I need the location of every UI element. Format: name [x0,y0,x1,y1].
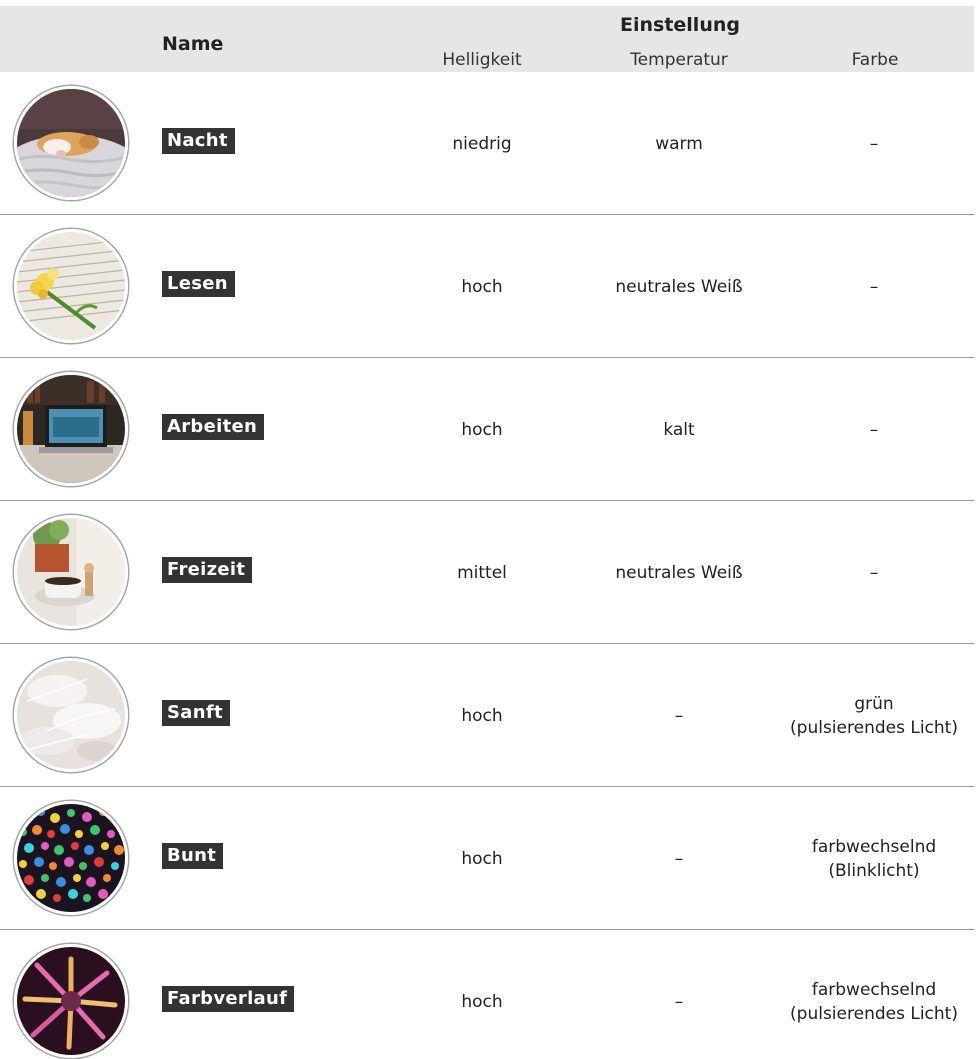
temperatur-value: – [674,706,684,726]
helligkeit-value: hoch [461,420,503,440]
fireworks-photo [14,944,128,1058]
flower-on-book-photo [14,229,128,343]
header-temperatur: Temperatur [630,50,728,70]
mode-name-badge: Arbeiten [162,414,265,440]
helligkeit-value: mittel [457,563,507,583]
farbe-value: farbwechselnd (Blinklicht) [770,835,978,883]
farbe-line1: farbwechselnd [811,980,937,1000]
farbe-line1: – [869,563,879,583]
farbe-value: – [770,561,978,585]
temperatur-value: – [674,849,684,869]
header-einstellung: Einstellung [620,14,740,36]
farbe-line1: farbwechselnd [811,837,937,857]
colorful-bokeh-photo [14,801,128,915]
sleeping-cat-photo [14,86,128,200]
helligkeit-value: niedrig [452,134,512,154]
table-header: Name Einstellung Helligkeit Temperatur F… [0,6,974,72]
farbe-line2: (Blinklicht) [828,861,920,881]
helligkeit-value: hoch [461,992,503,1012]
table-row-farbverlauf: Farbverlauf hoch – farbwechselnd (pulsie… [0,930,974,1059]
mode-name-badge: Sanft [162,700,230,726]
table-row-bunt: Bunt hoch – farbwechselnd (Blinklicht) [0,787,974,930]
farbe-value: – [770,275,978,299]
farbe-value: – [770,418,978,442]
temperatur-value: neutrales Weiß [615,563,743,583]
farbe-line1: – [869,134,879,154]
header-helligkeit: Helligkeit [442,50,522,70]
farbe-line2: (pulsierendes Licht) [790,718,958,738]
helligkeit-value: hoch [461,706,503,726]
temperatur-value: neutrales Weiß [615,277,743,297]
laptop-desk-photo [14,372,128,486]
table-row-arbeiten: Arbeiten hoch kalt – [0,358,974,501]
white-feathers-photo [14,658,128,772]
header-farbe: Farbe [851,50,899,70]
table-row-sanft: Sanft hoch – grün (pulsierendes Licht) [0,644,974,787]
header-name: Name [162,33,224,55]
temperatur-value: kalt [663,420,695,440]
temperatur-value: – [674,992,684,1012]
farbe-line2: (pulsierendes Licht) [790,1004,958,1024]
helligkeit-value: hoch [461,849,503,869]
farbe-value: farbwechselnd (pulsierendes Licht) [770,978,978,1026]
table-row-lesen: Lesen hoch neutrales Weiß – [0,215,974,358]
farbe-value: grün (pulsierendes Licht) [770,692,978,740]
temperatur-value: warm [655,134,703,154]
farbe-line1: grün [854,694,894,714]
farbe-value: – [770,132,978,156]
table-row-nacht: Nacht niedrig warm – [0,72,974,215]
farbe-line1: – [869,277,879,297]
farbe-line1: – [869,420,879,440]
mode-name-badge: Bunt [162,843,224,869]
coffee-cup-plant-photo [14,515,128,629]
mode-name-badge: Farbverlauf [162,986,295,1012]
table-row-freizeit: Freizeit mittel neutrales Weiß – [0,501,974,644]
mode-name-badge: Lesen [162,271,235,297]
mode-name-badge: Nacht [162,128,235,154]
mode-name-badge: Freizeit [162,557,253,583]
helligkeit-value: hoch [461,277,503,297]
